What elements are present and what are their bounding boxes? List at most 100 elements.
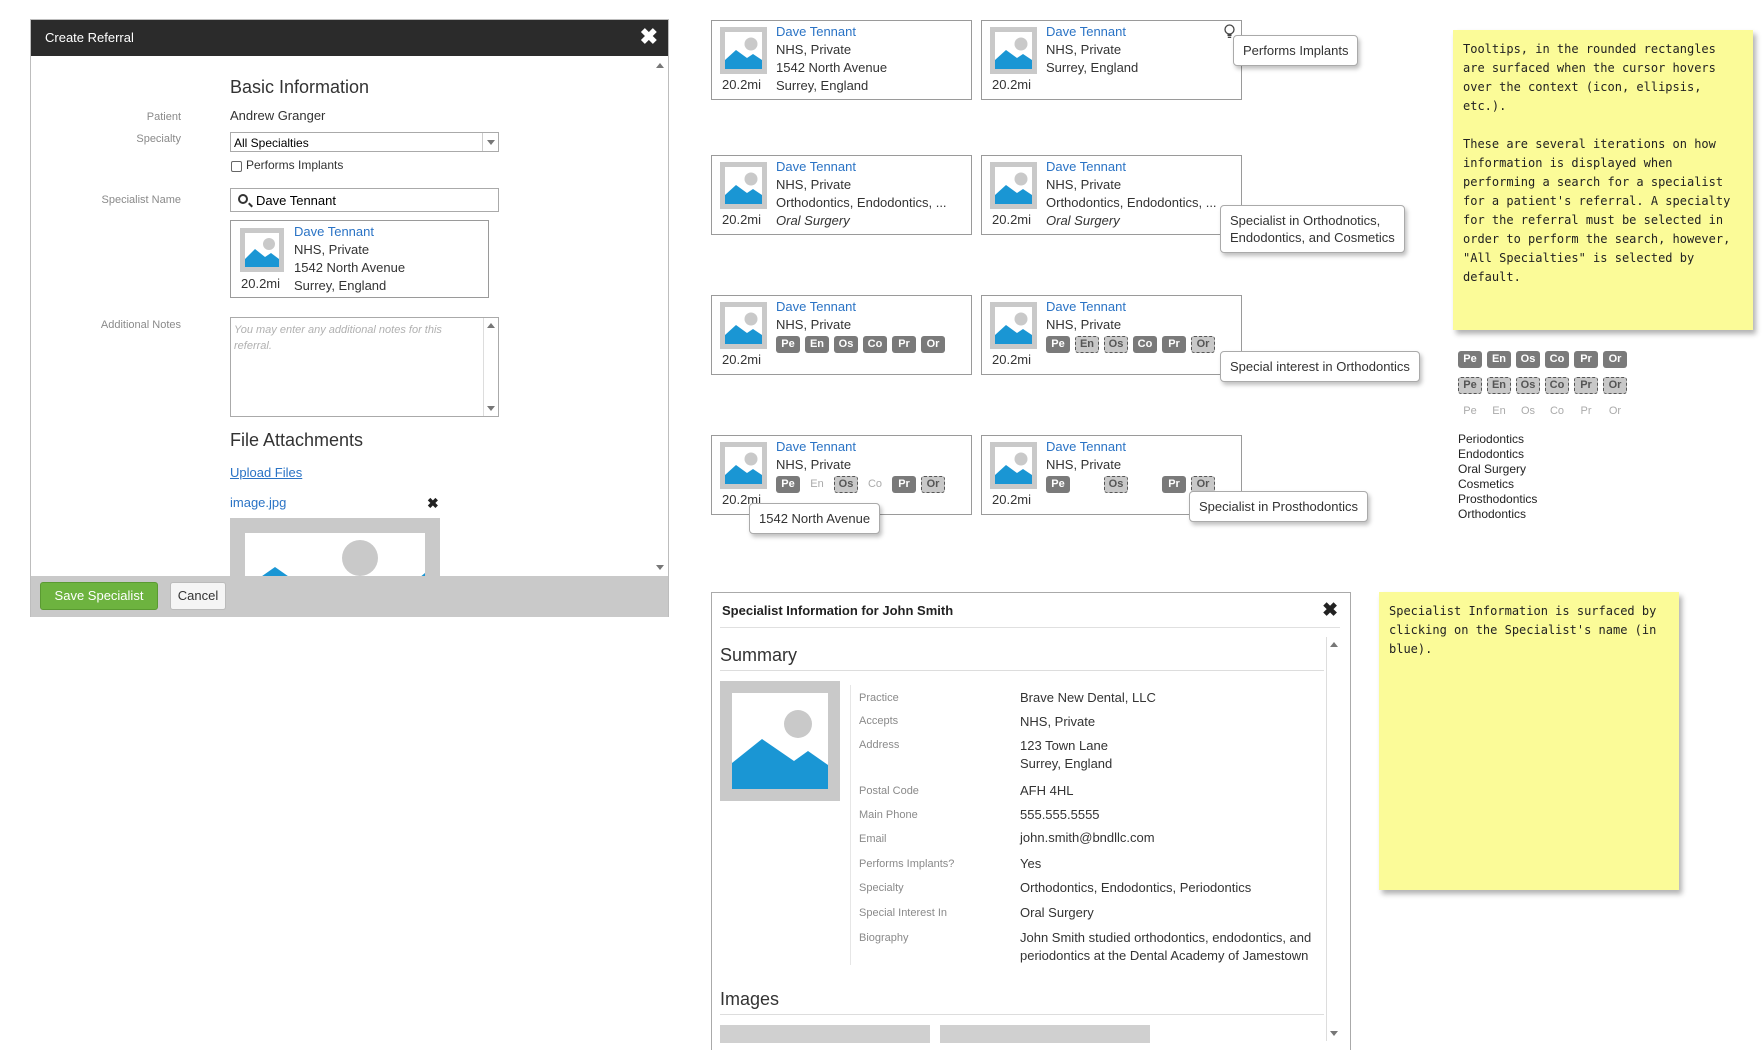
badge-en[interactable]: En [805,476,829,493]
specialist-photo [720,681,840,801]
result-card[interactable]: 20.2mi Dave Tennant NHS, Private Surrey, En… [981,20,1242,100]
card-accepts: NHS, Private [1046,457,1122,472]
chevron-down-icon[interactable] [482,133,498,151]
attachment-file-name[interactable]: image.jpg [230,495,286,510]
create-referral-dialog: Create Referral ✖ Basic Information Pati… [30,19,669,617]
badge-pe[interactable]: Pe [1046,336,1070,353]
card-name-link[interactable]: Dave Tennant [1046,439,1126,454]
card-name-link[interactable]: Dave Tennant [776,299,856,314]
badge-os[interactable]: Os [834,476,858,493]
specialist-search-value: Dave Tennant [256,193,336,208]
card-accepts: NHS, Private [776,42,852,57]
card-name-link[interactable]: Dave Tennant [1046,24,1126,39]
info-value-performs-implants: Yes [1020,856,1042,871]
info-label-practice: Practice [859,692,899,704]
badge-en[interactable]: En [805,336,829,353]
result-card[interactable]: 20.2mi Dave Tennant NHS, Private Pe En Os Co Pr… [981,295,1242,375]
card-line4: Surrey, England [776,78,869,93]
tooltip-prosthodontics: Specialist in Prosthodontics [1189,491,1368,522]
info-value-biography-line1: John Smith studied orthodontics, endodon… [1020,930,1312,945]
save-specialist-button[interactable]: Save Specialist [40,582,158,610]
info-label-accepts: Accepts [859,715,899,727]
specialty-select[interactable]: All Specialties [230,132,499,152]
lightbulb-icon[interactable] [1224,24,1235,41]
badge-pe: Pe [1458,377,1482,394]
legend-item: Endodontics [1458,447,1525,461]
info-value-practice: Brave New Dental, LLC [1020,690,1156,705]
tooltip-specialist-in-line1: Specialist in Orthodnotics, [1230,213,1381,228]
remove-attachment-icon[interactable]: ✖ [427,495,439,512]
image-placeholder-icon [990,27,1037,74]
specialist-search-input[interactable]: Dave Tennant [230,188,499,212]
close-icon[interactable]: ✖ [640,24,658,50]
info-dialog-title: Specialist Information for John Smith [722,603,954,618]
search-icon [238,194,248,204]
badge-os[interactable]: Os [834,336,858,353]
card-name-link[interactable]: Dave Tennant [776,24,856,39]
badge-pr[interactable]: Pr [892,336,916,353]
badge-en[interactable]: En [1075,336,1099,353]
divider [850,685,851,965]
info-label-specialty: Specialty [859,882,904,894]
image-thumbnail[interactable] [720,1025,930,1043]
badge-or[interactable]: Or [1191,336,1215,353]
badge-pr[interactable]: Pr [1162,336,1186,353]
upload-files-link[interactable]: Upload Files [230,465,302,480]
section-images: Images [720,989,780,1009]
result-card[interactable]: 20.2mi Dave Tennant NHS, Private Orthodonti… [981,155,1242,235]
badge-pr[interactable]: Pr [1162,476,1186,493]
badge-pe[interactable]: Pe [776,476,800,493]
card-name-link[interactable]: Dave Tennant [1046,299,1126,314]
info-scrollbar[interactable] [1326,637,1340,1041]
additional-notes-textarea[interactable]: You may enter any additional notes for t… [230,317,499,417]
result-distance: 20.2mi [241,276,281,291]
badge-en: En [1492,405,1506,417]
badge-os: Os [1520,405,1536,417]
result-card[interactable]: 20.2mi Dave Tennant NHS, Private Orthodonti… [711,155,972,235]
dialog-scrollbar[interactable] [652,57,668,576]
result-name-link[interactable]: Dave Tennant [294,224,374,239]
result-card[interactable]: 20.2mi Dave Tennant NHS, Private Pe En Os Co Pr… [711,295,972,375]
cancel-button[interactable]: Cancel [170,582,226,610]
card-line3: Surrey, England [1046,60,1139,75]
divider [720,627,1340,628]
info-label-postal-code: Postal Code [859,785,919,797]
badge-os[interactable]: Os [1104,336,1128,353]
badge-or[interactable]: Or [921,336,945,353]
badge-or[interactable]: Or [921,476,945,493]
performs-implants-checkbox[interactable] [231,161,242,172]
result-card[interactable]: 20.2mi Dave Tennant NHS, Private 1542 North… [711,20,972,100]
specialist-result-card[interactable]: 20.2mi Dave Tennant NHS, Private 1542 No… [230,220,489,298]
badge-os: Os [1516,377,1540,394]
badge-co: Co [1549,405,1565,417]
badge-co[interactable]: Co [1133,336,1157,353]
badge-co[interactable]: Co [863,336,887,353]
sticky-note-1-paragraph-1: Tooltips, in the rounded rectangles are … [1463,42,1716,113]
card-distance: 20.2mi [992,77,1032,92]
badge-pe[interactable]: Pe [776,336,800,353]
badge-co: Co [1545,351,1569,368]
image-placeholder-icon [240,228,284,272]
card-accepts: NHS, Private [1046,177,1122,192]
card-name-link[interactable]: Dave Tennant [776,159,856,174]
close-icon[interactable]: ✖ [1322,599,1338,622]
specialty-select-value: All Specialties [234,136,309,150]
badge-pr[interactable]: Pr [892,476,916,493]
badge-os[interactable]: Os [1104,476,1128,493]
image-placeholder-icon [990,442,1037,489]
sticky-note-2-text: Specialist Information is surfaced by cl… [1389,604,1657,656]
info-label-biography: Biography [859,932,909,944]
notes-scrollbar[interactable] [483,318,498,416]
card-name-link[interactable]: Dave Tennant [1046,159,1126,174]
info-value-postal-code: AFH 4HL [1020,783,1074,798]
card-distance: 20.2mi [992,492,1032,507]
image-thumbnail[interactable] [940,1025,1150,1043]
info-value-special-interest: Oral Surgery [1020,905,1094,920]
specialty-label: Specialty [136,133,181,145]
badge-pe[interactable]: Pe [1046,476,1070,493]
badge-co[interactable]: Co [863,476,887,493]
info-label-main-phone: Main Phone [859,809,918,821]
card-line3: Orthodontics, Endodontics, ... [776,195,947,210]
card-name-link[interactable]: Dave Tennant [776,439,856,454]
divider [720,670,1324,671]
